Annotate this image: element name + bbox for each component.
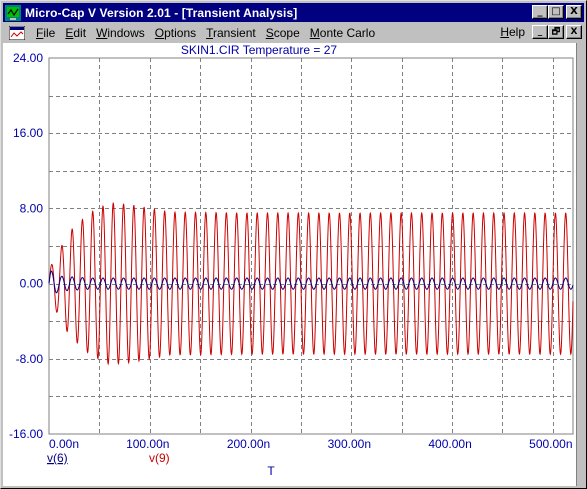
menu-transient-mnemonic: T (206, 25, 214, 40)
minimize-icon: _ (537, 6, 543, 17)
right-scroll-strip[interactable] (576, 43, 584, 486)
menu-items: File Edit Windows Options Transient Scope Mont… (31, 26, 380, 40)
x-tick-label: 300.00n (328, 437, 371, 451)
close-window-button[interactable]: X (566, 5, 582, 19)
y-tick-label: -16.00 (9, 427, 43, 441)
x-tick-label: 0.00n (49, 437, 79, 451)
menu-windows-mnemonic: W (96, 25, 108, 40)
restore-document-button[interactable]: 🗗 (548, 25, 564, 39)
maximize-window-button[interactable]: □ (548, 5, 564, 19)
minimize-icon: _ (537, 26, 543, 37)
minimize-window-button[interactable]: _ (532, 5, 548, 19)
y-tick-label: -8.00 (16, 352, 44, 366)
title-bar[interactable]: Micro-Cap V Version 2.01 - [Transient An… (3, 3, 584, 22)
menu-bar: File Edit Windows Options Transient Scope Mont… (3, 23, 584, 42)
document-buttons: _ 🗗 X (532, 25, 582, 39)
minimize-document-button[interactable]: _ (532, 25, 548, 39)
menu-windows-rest: indows (107, 25, 145, 40)
x-tick-label: 200.00n (227, 437, 270, 451)
close-icon: X (570, 6, 578, 17)
menu-monte-carlo-mnemonic: M (309, 25, 320, 40)
legend-entry[interactable]: v(9) (149, 451, 170, 465)
title-bar-buttons: _ □ X (532, 5, 582, 19)
menu-file-rest: ile (43, 25, 56, 40)
menu-scope-mnemonic: S (265, 25, 274, 40)
legend-entry[interactable]: v(6) (47, 451, 68, 465)
menu-help[interactable]: Help (495, 25, 530, 39)
menu-windows[interactable]: Windows (91, 26, 150, 40)
micro-cap-app-icon[interactable] (5, 4, 21, 21)
menu-edit-rest: dit (73, 25, 87, 40)
menu-options[interactable]: Options (150, 26, 201, 40)
menu-options-mnemonic: O (154, 25, 165, 40)
menu-scope[interactable]: Scope (261, 26, 305, 40)
menu-transient[interactable]: Transient (201, 26, 261, 40)
app-window: Micro-Cap V Version 2.01 - [Transient An… (0, 0, 587, 489)
plot-area[interactable]: 24.00 16.00 8.00 0.00 -8.00 -16.00 0.00n 100.00… (3, 43, 584, 486)
menu-help-mnemonic: H (500, 25, 509, 39)
x-tick-label: 100.00n (126, 437, 169, 451)
y-tick-label: 16.00 (13, 126, 43, 140)
x-tick-label: 500.00n (529, 437, 572, 451)
menu-transient-rest: ransient (213, 25, 256, 40)
menu-edit[interactable]: Edit (60, 26, 91, 40)
transient-plot[interactable]: 24.00 16.00 8.00 0.00 -8.00 -16.00 0.00n 100.00… (3, 43, 574, 486)
x-axis-label: T (267, 464, 275, 478)
document-window-icon[interactable] (9, 25, 25, 40)
y-tick-label: 24.00 (13, 51, 43, 65)
chart-title: SKIN1.CIR Temperature = 27 (181, 43, 338, 57)
restore-icon: 🗗 (551, 26, 561, 37)
x-tick-label: 400.00n (428, 437, 471, 451)
menu-monte-carlo-rest: onte Carlo (319, 25, 376, 40)
close-document-button[interactable]: X (566, 25, 582, 39)
close-icon: X (570, 26, 578, 37)
menu-help-rest: elp (508, 25, 525, 39)
menu-options-rest: ptions (164, 25, 197, 40)
menu-scope-rest: cope (273, 25, 300, 40)
window-title: Micro-Cap V Version 2.01 - [Transient An… (25, 5, 298, 20)
y-tick-label: 0.00 (20, 277, 44, 291)
menu-file[interactable]: File (31, 26, 60, 40)
menu-monte-carlo[interactable]: Monte Carlo (305, 26, 380, 40)
y-tick-label: 8.00 (20, 201, 44, 215)
maximize-icon: □ (551, 6, 561, 17)
